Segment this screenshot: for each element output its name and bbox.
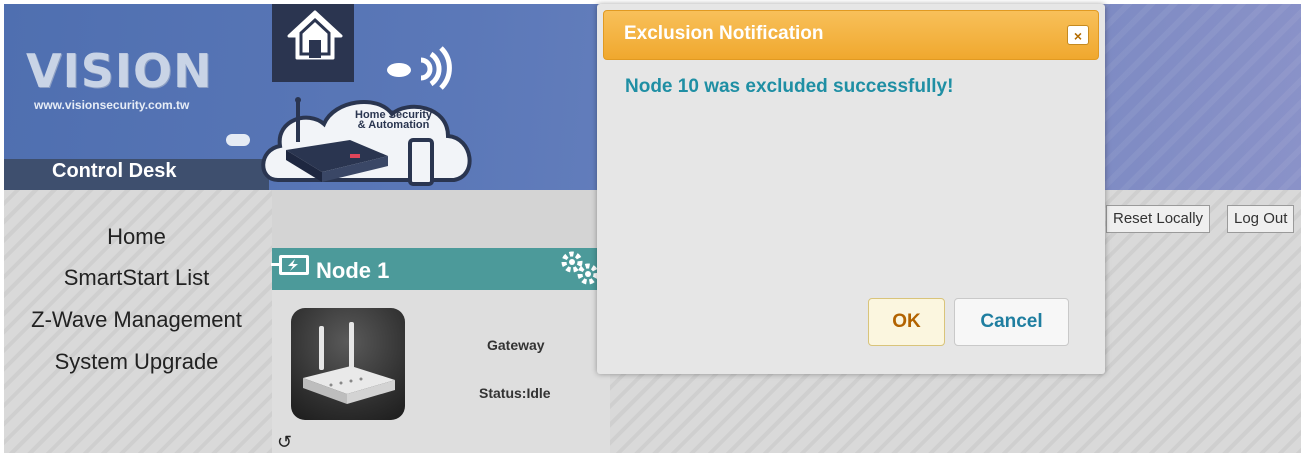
dialog-message: Node 10 was excluded successfully! bbox=[625, 76, 954, 97]
log-out-button[interactable]: Log Out bbox=[1227, 205, 1295, 233]
node-status-label: Status:Idle bbox=[479, 385, 551, 401]
dialog-title: Exclusion Notification bbox=[624, 23, 824, 44]
home-icon[interactable] bbox=[285, 6, 345, 64]
ok-button[interactable]: OK bbox=[868, 298, 945, 346]
close-icon[interactable]: × bbox=[1067, 25, 1089, 45]
node-title: Node 1 bbox=[316, 258, 390, 283]
sidebar-item-smartstart-list[interactable]: SmartStart List bbox=[4, 265, 269, 291]
cloud-caption: Home Security & Automation bbox=[355, 110, 432, 131]
logo-url: www.visionsecurity.com.tw bbox=[34, 98, 190, 112]
node-type-label: Gateway bbox=[487, 337, 545, 353]
sidebar-item-zwave-management[interactable]: Z-Wave Management bbox=[4, 307, 269, 333]
plug-icon bbox=[271, 255, 309, 275]
vision-logo: VISION bbox=[26, 44, 213, 98]
history-icon[interactable]: ↺ bbox=[277, 432, 292, 453]
router-icon bbox=[303, 322, 395, 404]
control-desk-title: Control Desk bbox=[52, 160, 177, 182]
sidebar-item-system-upgrade[interactable]: System Upgrade bbox=[4, 349, 269, 375]
cloud-caption-line2: & Automation bbox=[357, 119, 430, 131]
settings-gear-icon[interactable] bbox=[558, 248, 600, 286]
sidebar-item-home[interactable]: Home bbox=[4, 224, 269, 250]
reset-locally-button[interactable]: Reset Locally bbox=[1106, 205, 1211, 233]
cloud-router-illustration bbox=[261, 97, 472, 186]
cancel-button[interactable]: Cancel bbox=[954, 298, 1069, 346]
content-toolbar-area bbox=[272, 190, 610, 248]
small-cloud-icon bbox=[226, 134, 250, 146]
